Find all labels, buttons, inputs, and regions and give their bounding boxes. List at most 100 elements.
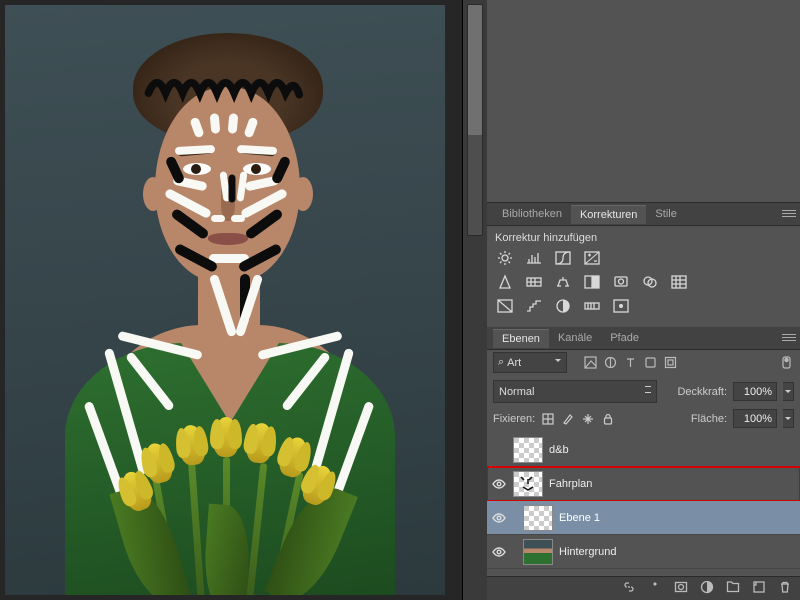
group-icon[interactable] [726,580,740,597]
adjustments-row-1 [495,249,792,267]
opacity-label: Deckkraft: [677,386,727,398]
document-canvas[interactable] [5,5,445,595]
layers-lock-row: Fixieren: Fläche: 100% [487,406,800,433]
tab-styles[interactable]: Stile [646,205,685,223]
layer-name[interactable]: Fahrplan [549,478,592,490]
properties-panel-placeholder [487,0,800,203]
lock-transparency-icon[interactable] [541,412,555,426]
layer-style-icon[interactable] [648,580,662,597]
adjustments-sublabel: Korrektur hinzufügen [495,232,792,244]
canvas-art [293,177,313,211]
right-panel-stack: Bibliotheken Korrekturen Stile Korrektur… [487,0,800,600]
curves-icon[interactable] [553,249,573,267]
blend-mode-value: Normal [499,386,534,398]
layer-name[interactable]: Hintergrund [559,546,616,558]
canvas-art [243,163,271,175]
panel-menu-icon[interactable] [782,332,796,342]
fill-slider-toggle[interactable] [783,409,794,428]
gradient-map-icon[interactable] [582,297,602,315]
threshold-icon[interactable] [553,297,573,315]
tab-layers[interactable]: Ebenen [493,329,549,348]
search-icon: ⌕ [498,356,504,369]
layer-name[interactable]: d&b [549,444,569,456]
layers-blend-row: Normal Deckkraft: 100% [487,377,800,406]
tab-channels[interactable]: Kanäle [549,329,601,347]
layers-filter-row: ⌕ Art [487,350,800,377]
document-viewport[interactable] [0,0,463,600]
panel-menu-icon[interactable] [782,208,796,218]
color-lookup-icon[interactable] [669,273,689,291]
levels-icon[interactable] [524,249,544,267]
opacity-input[interactable]: 100% [733,382,777,401]
visibility-toggle[interactable] [491,476,507,492]
fill-label: Fläche: [691,413,727,425]
layer-row[interactable]: Hintergrund [487,535,800,569]
filter-type-icon[interactable] [623,355,638,370]
filter-adjustment-icon[interactable] [603,355,618,370]
opacity-slider-toggle[interactable] [783,382,794,401]
lock-all-icon[interactable] [601,412,615,426]
layer-filter-kind-dropdown[interactable]: ⌕ Art [493,352,567,373]
lock-label: Fixieren: [493,413,535,425]
layer-thumbnail[interactable] [513,471,543,497]
canvas-art [208,233,248,245]
canvas-art [211,215,225,222]
posterize-icon[interactable] [524,297,544,315]
layer-filter-kind-value: Art [507,357,521,369]
filter-shape-icon[interactable] [643,355,658,370]
layer-row[interactable]: Fahrplan [487,467,800,501]
channel-mixer-icon[interactable] [640,273,660,291]
canvas-art [213,417,239,457]
blend-mode-dropdown[interactable]: Normal [493,380,657,403]
adjustments-row-2 [495,273,792,291]
filter-smartobject-icon[interactable] [663,355,678,370]
canvas-art [231,215,245,222]
layer-row[interactable]: Ebene 1 [487,501,800,535]
layer-thumbnail[interactable] [523,539,553,565]
fill-input[interactable]: 100% [733,409,777,428]
tab-libraries[interactable]: Bibliotheken [493,205,571,223]
black-white-icon[interactable] [582,273,602,291]
canvas-gutter [463,0,487,600]
new-layer-icon[interactable] [752,580,766,597]
invert-icon[interactable] [495,297,515,315]
hue-saturation-icon[interactable] [524,273,544,291]
canvas-art [229,175,236,203]
visibility-toggle[interactable] [491,510,507,526]
layers-tabs: Ebenen Kanäle Pfade [487,327,800,350]
layer-row[interactable]: d&b [487,433,800,467]
adjustment-layer-icon[interactable] [700,580,714,597]
tab-adjustments[interactable]: Korrekturen [571,205,646,224]
visibility-toggle[interactable] [491,442,507,458]
visibility-toggle[interactable] [491,544,507,560]
layer-thumbnail[interactable] [513,437,543,463]
link-layers-icon[interactable] [622,580,636,597]
adjustments-panel: Korrektur hinzufügen [487,226,800,327]
photo-filter-icon[interactable] [611,273,631,291]
canvas-art [143,177,163,211]
scrollbar-thumb[interactable] [468,5,482,135]
vertical-scrollbar[interactable] [467,4,483,236]
filter-pixel-icon[interactable] [583,355,598,370]
brightness-contrast-icon[interactable] [495,249,515,267]
filter-toggle-switch[interactable] [779,355,794,370]
selective-color-icon[interactable] [611,297,631,315]
layer-thumbnail[interactable] [523,505,553,531]
color-balance-icon[interactable] [553,273,573,291]
canvas-art [210,113,221,134]
exposure-icon[interactable] [582,249,602,267]
adjustments-row-3 [495,297,792,315]
layers-footer [487,576,800,600]
adjustments-tabs: Bibliotheken Korrekturen Stile [487,203,800,226]
layer-list[interactable]: d&b Fahrplan Ebene 1 Hintergrund [487,433,800,576]
delete-layer-icon[interactable] [778,580,792,597]
app-root: Bibliotheken Korrekturen Stile Korrektur… [0,0,800,600]
layer-name[interactable]: Ebene 1 [559,512,600,524]
lock-position-icon[interactable] [581,412,595,426]
lock-pixels-icon[interactable] [561,412,575,426]
tab-paths[interactable]: Pfade [601,329,648,347]
canvas-art [133,57,313,117]
layer-mask-icon[interactable] [674,580,688,597]
canvas-art [183,163,211,175]
vibrance-icon[interactable] [495,273,515,291]
